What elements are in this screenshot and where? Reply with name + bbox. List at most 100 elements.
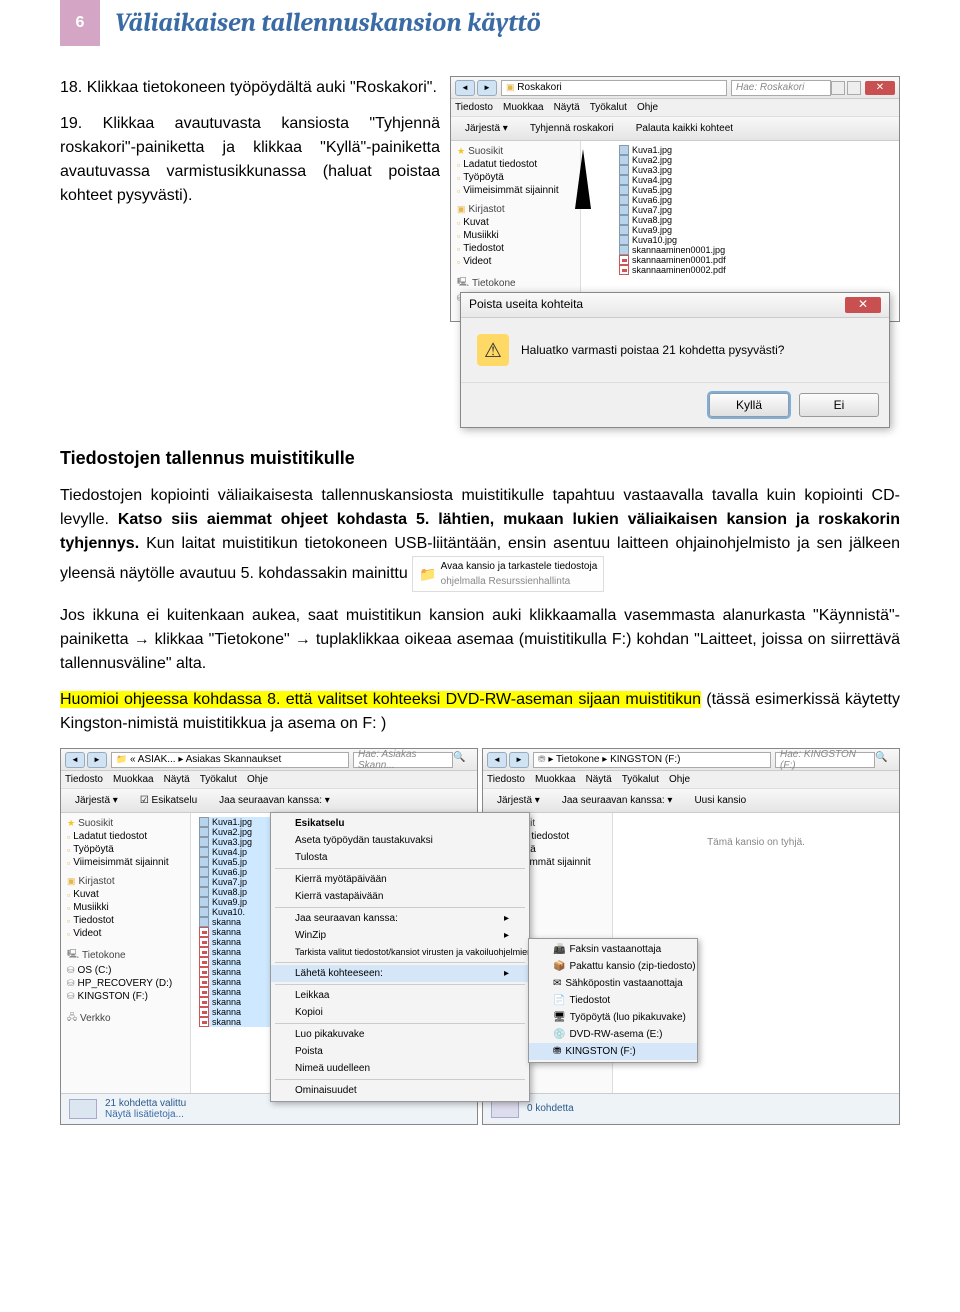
minimize-button[interactable] [831,81,845,95]
list-item[interactable]: Kuva3.jpg [619,165,891,175]
search-icon[interactable]: 🔍 [875,752,895,768]
context-item[interactable]: Poista [271,1043,529,1060]
sidebar-item[interactable]: ▫Videot [455,255,576,268]
sidebar-item[interactable]: ▫Työpöytä [65,843,186,856]
organize-button[interactable]: Järjestä ▾ [491,793,546,808]
context-item[interactable]: Aseta työpöydän taustakuvaksi [271,832,529,849]
submenu-item[interactable]: 🖥Työpöytä (luo pikakuvake) [529,1009,697,1026]
sidebar-item[interactable]: ⛁OS (C:) [65,964,186,977]
restore-all-button[interactable]: Palauta kaikki kohteet [630,121,739,136]
sidebar-item[interactable]: ⛁HP_RECOVERY (D:) [65,977,186,990]
menu-view[interactable]: Näytä [164,774,190,785]
back-button[interactable]: ◄ [65,752,85,768]
context-item[interactable]: WinZip▸ [271,927,529,944]
image-icon [619,205,629,215]
list-item[interactable]: Kuva4.jpg [619,175,891,185]
list-item[interactable]: Kuva2.jpg [619,155,891,165]
submenu-item-kingston[interactable]: ⛃KINGSTON (F:) [529,1043,697,1060]
context-item[interactable]: Tarkista valitut tiedostot/kansiot virus… [271,944,529,960]
menu-tools[interactable]: Työkalut [622,774,659,785]
submenu-item[interactable]: ✉Sähköpostin vastaanottaja [529,975,697,992]
organize-button[interactable]: Järjestä ▾ [459,121,514,136]
menu-file[interactable]: Tiedosto [65,774,103,785]
menu-edit[interactable]: Muokkaa [503,102,544,113]
context-item[interactable]: Kopioi [271,1004,529,1021]
context-item[interactable]: Nimeä uudelleen [271,1060,529,1077]
organize-button[interactable]: Järjestä ▾ [69,793,124,808]
sidebar-item[interactable]: ▫Työpöytä [455,171,576,184]
list-item[interactable]: Kuva10.jpg [619,235,891,245]
share-button[interactable]: Jaa seuraavan kanssa: ▾ [556,793,679,808]
forward-button[interactable]: ► [87,752,107,768]
search-icon[interactable]: 🔍 [453,752,473,768]
context-item[interactable]: Leikkaa [271,987,529,1004]
menu-view[interactable]: Näytä [554,102,580,113]
sidebar-item[interactable]: ▫Musiikki [65,901,186,914]
context-item[interactable]: Kierrä myötäpäivään [271,871,529,888]
close-button[interactable]: ✕ [845,297,881,313]
list-item[interactable]: Kuva6.jpg [619,195,891,205]
list-item[interactable]: skannaaminen0001.pdf [619,255,891,265]
sidebar-item[interactable]: ▫Ladatut tiedostot [65,830,186,843]
empty-recycle-button[interactable]: Tyhjennä roskakori [524,121,620,136]
close-button[interactable]: ✕ [865,81,895,95]
back-button[interactable]: ◄ [487,752,507,768]
list-item[interactable]: skannaaminen0002.pdf [619,265,891,275]
sidebar-item[interactable]: ▫Tiedostot [455,242,576,255]
submenu-item[interactable]: 💿DVD-RW-asema (E:) [529,1026,697,1043]
yes-button[interactable]: Kyllä [709,393,789,417]
sidebar-item[interactable]: ▫Kuvat [455,216,576,229]
submenu-item[interactable]: 📦Pakattu kansio (zip-tiedosto) [529,958,697,975]
context-item-sendto[interactable]: Lähetä kohteeseen:▸ [271,965,529,982]
share-button[interactable]: Jaa seuraavan kanssa: ▾ [213,793,336,808]
list-item[interactable]: Kuva7.jpg [619,205,891,215]
sidebar-item[interactable]: ▫Musiikki [455,229,576,242]
menu-file[interactable]: Tiedosto [487,774,525,785]
preview-button[interactable]: ☑ Esikatselu [134,793,203,808]
sidebar-item[interactable]: ⛁KINGSTON (F:) [65,990,186,1003]
menu-tools[interactable]: Työkalut [590,102,627,113]
mail-icon: ✉ [553,978,561,989]
star-icon: ★ [457,146,465,157]
list-item[interactable]: Kuva1.jpg [619,145,891,155]
context-item[interactable]: Kierrä vastapäivään [271,888,529,905]
sidebar-item[interactable]: ▫Videot [65,927,186,940]
no-button[interactable]: Ei [799,393,879,417]
context-item[interactable]: Tulosta [271,849,529,866]
sidebar-item[interactable]: ▫Tiedostot [65,914,186,927]
back-button[interactable]: ◄ [455,80,475,96]
list-item[interactable]: Kuva9.jpg [619,225,891,235]
list-item[interactable]: Kuva8.jpg [619,215,891,225]
sidebar-item[interactable]: ▫Kuvat [65,888,186,901]
menu-help[interactable]: Ohje [669,774,690,785]
submenu-item[interactable]: 📄Tiedostot [529,992,697,1009]
menu-help[interactable]: Ohje [247,774,268,785]
menu-help[interactable]: Ohje [637,102,658,113]
forward-button[interactable]: ► [477,80,497,96]
list-item[interactable]: Kuva5.jpg [619,185,891,195]
submenu-item[interactable]: 📠Faksin vastaanottaja [529,941,697,958]
context-item[interactable]: Luo pikakuvake [271,1026,529,1043]
menu-edit[interactable]: Muokkaa [535,774,576,785]
sidebar-item[interactable]: ▫Viimeisimmät sijainnit [455,184,576,197]
search-input[interactable]: Hae: Roskakori [731,80,831,96]
folder-icon: 📁 [419,564,436,585]
list-item[interactable]: skannaaminen0001.jpg [619,245,891,255]
libraries-header: Kirjastot [469,204,505,215]
menu-tools[interactable]: Työkalut [200,774,237,785]
sidebar-item[interactable]: ▫Viimeisimmät sijainnit [65,856,186,869]
new-folder-button[interactable]: Uusi kansio [688,793,752,808]
dialog-message: Haluatko varmasti poistaa 21 kohdetta py… [521,343,784,357]
search-input[interactable]: Hae: Asiakas Skann... [353,752,453,768]
context-item[interactable]: Jaa seuraavan kanssa:▸ [271,910,529,927]
forward-button[interactable]: ► [509,752,529,768]
sidebar-item[interactable]: ▫Ladatut tiedostot [455,158,576,171]
search-input[interactable]: Hae: KINGSTON (F:) [775,752,875,768]
menu-edit[interactable]: Muokkaa [113,774,154,785]
context-item[interactable]: Ominaisuudet [271,1082,529,1099]
context-item[interactable]: Esikatselu [271,815,529,832]
menu-view[interactable]: Näytä [586,774,612,785]
menu-file[interactable]: Tiedosto [455,102,493,113]
image-icon [619,195,629,205]
maximize-button[interactable] [847,81,861,95]
